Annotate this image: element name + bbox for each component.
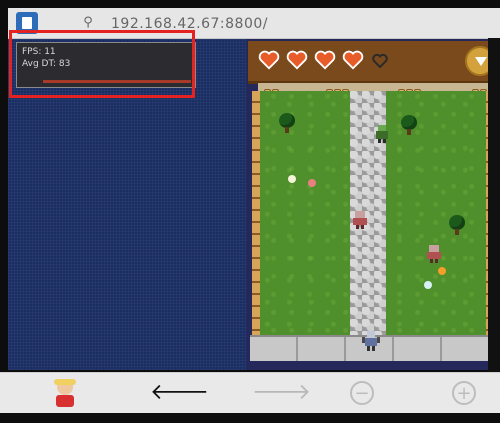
screen-bezel-bottom bbox=[0, 413, 500, 423]
bush-icon bbox=[278, 113, 296, 133]
avatar[interactable] bbox=[50, 377, 80, 411]
fence-left bbox=[252, 91, 260, 339]
heart-icon bbox=[286, 49, 308, 71]
flower-icon bbox=[424, 281, 432, 289]
zoom-in-icon[interactable]: + bbox=[452, 381, 476, 405]
game-canvas[interactable] bbox=[246, 39, 500, 370]
right-arrow-icon[interactable]: 🡒 bbox=[252, 379, 311, 407]
browser-bottom-toolbar: 🡐 🡒 − + bbox=[0, 372, 500, 414]
knight-enemy-icon bbox=[352, 211, 368, 229]
highlight-box bbox=[9, 30, 195, 98]
address-bar-icon: ⚲ bbox=[83, 15, 93, 30]
flower-icon bbox=[308, 179, 316, 187]
flower-icon bbox=[438, 267, 446, 275]
heart-icon bbox=[258, 49, 280, 71]
zoom-out-icon[interactable]: − bbox=[350, 381, 374, 405]
left-arrow-icon[interactable]: 🡐 bbox=[150, 379, 209, 407]
empty-heart-icon bbox=[372, 53, 388, 69]
heart-icon bbox=[342, 49, 364, 71]
screen-bezel bbox=[488, 38, 500, 372]
player-character-icon bbox=[362, 331, 380, 351]
bush-icon bbox=[400, 115, 418, 135]
game-hud bbox=[248, 41, 500, 84]
goblin-enemy-icon bbox=[374, 125, 390, 143]
grass-field bbox=[252, 91, 498, 339]
knight-enemy-icon bbox=[426, 245, 442, 263]
heart-icon bbox=[314, 49, 336, 71]
flower-icon bbox=[288, 175, 296, 183]
bush-icon bbox=[448, 215, 466, 235]
